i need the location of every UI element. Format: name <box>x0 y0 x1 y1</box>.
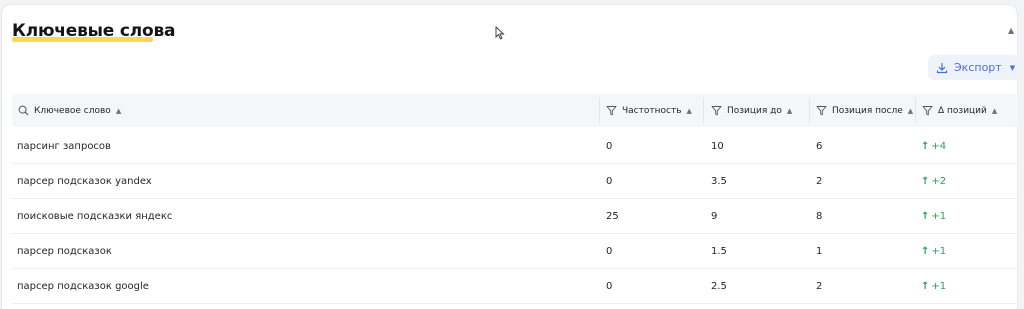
column-divider <box>915 98 916 123</box>
export-dropdown-icon: ▼ <box>1009 63 1016 72</box>
column-label-pos-after: Позиция после <box>832 105 903 116</box>
sort-asc-icon[interactable]: ▲ <box>787 107 792 115</box>
collapse-caret-icon[interactable]: ▲ <box>1008 26 1014 35</box>
column-label-frequency: Частотность <box>622 105 682 116</box>
sort-asc-icon[interactable]: ▲ <box>116 107 121 115</box>
arrow-up-icon: ↑ <box>921 281 930 292</box>
frequency-cell: 0 <box>606 176 613 187</box>
table-row: парсер подсказок google 0 2.5 2 ↑ +1 <box>12 269 1018 304</box>
section-title: Ключевые слова <box>12 20 175 42</box>
search-icon <box>18 105 29 116</box>
keyword-cell: поисковые подсказки яндекс <box>17 211 173 222</box>
column-divider <box>599 98 600 123</box>
frequency-cell: 0 <box>606 246 613 257</box>
delta-cell: ↑ +1 <box>921 269 946 304</box>
sort-asc-icon[interactable]: ▲ <box>687 107 692 115</box>
arrow-up-icon: ↑ <box>921 141 930 152</box>
column-label-keyword: Ключевое слово <box>34 105 111 116</box>
pos-before-cell: 10 <box>711 141 724 152</box>
delta-value: +1 <box>931 281 947 292</box>
pos-before-cell: 9 <box>711 211 718 222</box>
sort-asc-icon[interactable]: ▲ <box>908 107 913 115</box>
keyword-cell: парсер подсказок yandex <box>17 176 152 187</box>
column-divider <box>703 98 704 123</box>
filter-icon <box>922 106 933 116</box>
delta-value: +1 <box>931 246 947 257</box>
pos-before-cell: 3.5 <box>711 176 727 187</box>
frequency-cell: 0 <box>606 141 613 152</box>
pos-after-cell: 1 <box>816 246 823 257</box>
column-header-keyword[interactable]: Ключевое слово ▲ <box>18 94 121 127</box>
table-header: Ключевое слово ▲ Частотность ▲ Позиция д… <box>12 94 1018 127</box>
keyword-cell: парсинг запросов <box>17 141 111 152</box>
section-title-text: Ключевые слова <box>12 21 176 41</box>
table-row: парсер подсказок yandex 0 3.5 2 ↑ +2 <box>12 164 1018 199</box>
delta-cell: ↑ +2 <box>921 164 946 199</box>
delta-value: +4 <box>931 141 947 152</box>
table-row: поисковые подсказки яндекс 25 9 8 ↑ +1 <box>12 199 1018 234</box>
filter-icon <box>816 106 827 116</box>
table-row: парсинг запросов 0 10 6 ↑ +4 <box>12 129 1018 164</box>
keyword-cell: парсер подсказок <box>17 246 112 257</box>
frequency-cell: 0 <box>606 281 613 292</box>
arrow-up-icon: ↑ <box>921 176 930 187</box>
pos-after-cell: 6 <box>816 141 823 152</box>
export-button[interactable]: Экспорт ▼ <box>928 55 1020 80</box>
sort-asc-icon[interactable]: ▲ <box>992 107 997 115</box>
export-label: Экспорт <box>954 61 1002 74</box>
arrow-up-icon: ↑ <box>921 246 930 257</box>
pos-before-cell: 2.5 <box>711 281 727 292</box>
mouse-cursor-icon <box>495 26 505 40</box>
pos-after-cell: 2 <box>816 281 823 292</box>
column-header-frequency[interactable]: Частотность ▲ <box>606 94 692 127</box>
delta-cell: ↑ +1 <box>921 199 946 234</box>
arrow-up-icon: ↑ <box>921 211 930 222</box>
column-label-delta: Δ позиций <box>938 105 987 116</box>
filter-icon <box>606 106 617 116</box>
pos-after-cell: 8 <box>816 211 823 222</box>
delta-cell: ↑ +1 <box>921 234 946 269</box>
pos-before-cell: 1.5 <box>711 246 727 257</box>
delta-value: +2 <box>931 176 947 187</box>
column-header-pos-before[interactable]: Позиция до ▲ <box>711 94 792 127</box>
keyword-cell: парсер подсказок google <box>17 281 149 292</box>
delta-value: +1 <box>931 211 947 222</box>
table-row: парсер подсказок 0 1.5 1 ↑ +1 <box>12 234 1018 269</box>
column-header-delta[interactable]: Δ позиций ▲ <box>922 94 997 127</box>
download-icon <box>936 62 948 73</box>
column-label-pos-before: Позиция до <box>727 105 782 116</box>
column-divider <box>809 98 810 123</box>
filter-icon <box>711 106 722 116</box>
frequency-cell: 25 <box>606 211 619 222</box>
delta-cell: ↑ +4 <box>921 129 946 164</box>
pos-after-cell: 2 <box>816 176 823 187</box>
column-header-pos-after[interactable]: Позиция после ▲ <box>816 94 913 127</box>
